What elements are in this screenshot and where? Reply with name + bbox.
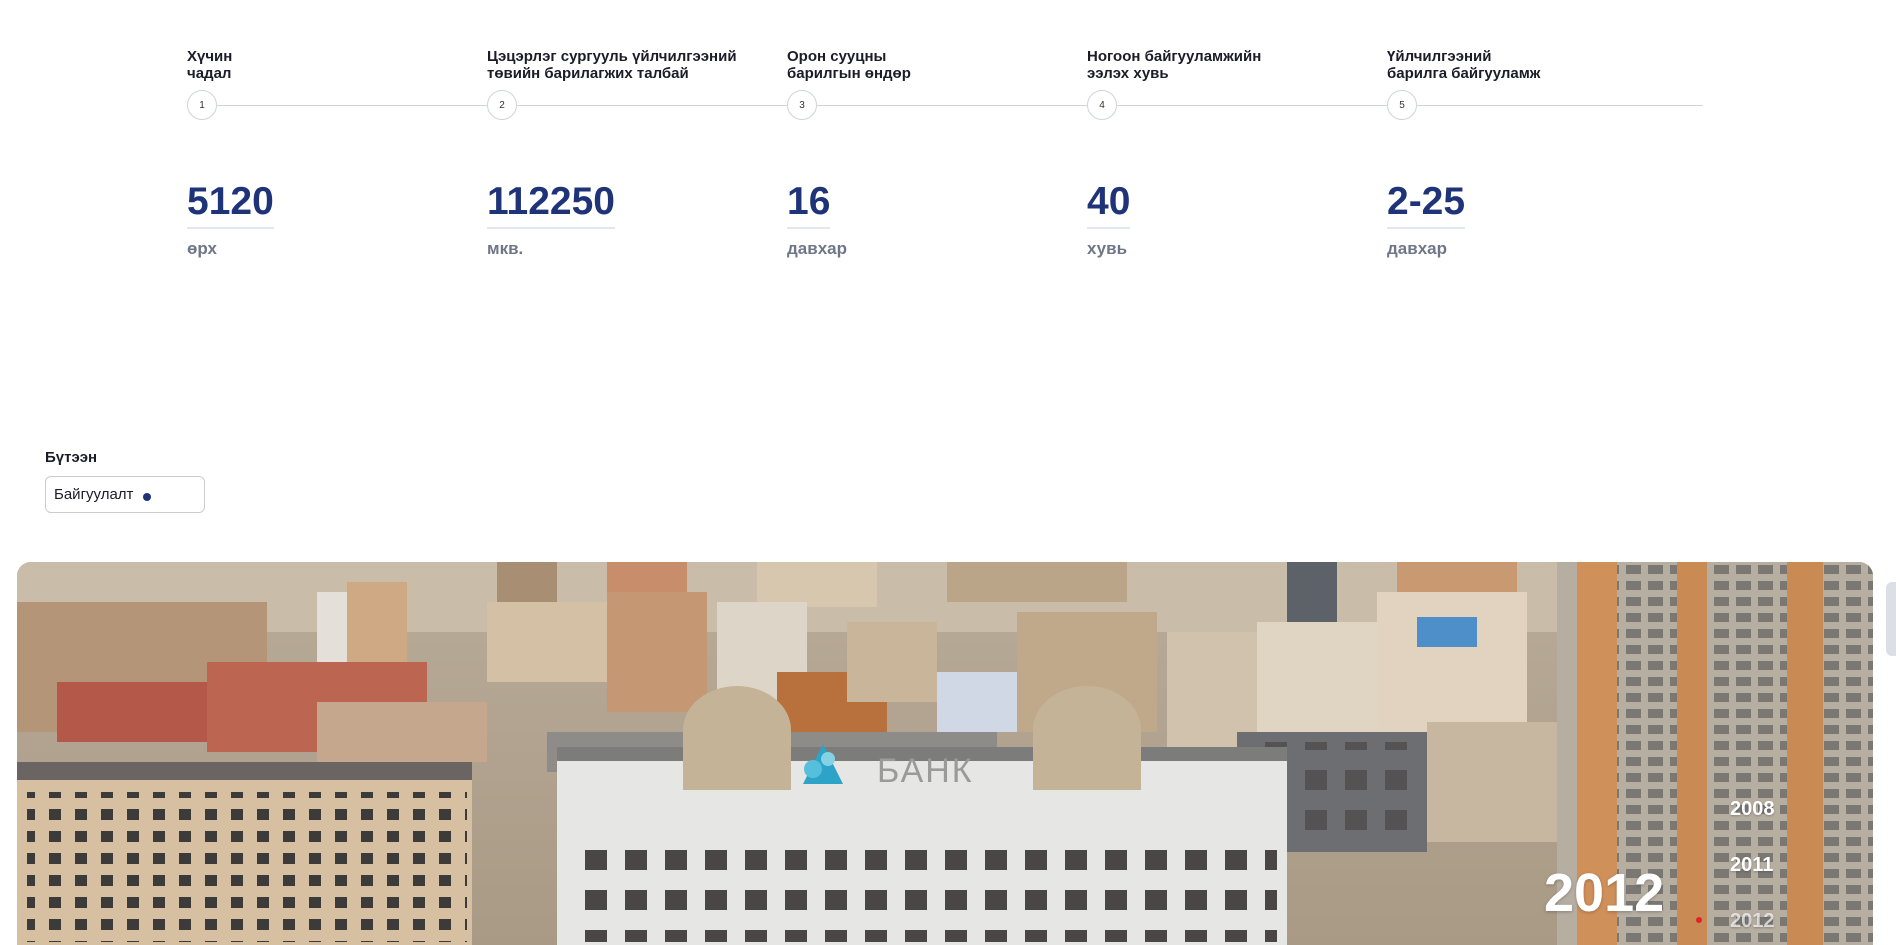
stat-value: 5120 [187,178,274,229]
filter-chip-selected[interactable]: Байгуулалт [45,476,205,513]
stat-service-buildings: 2-25 давхар [1387,178,1687,259]
stat-value: 16 [787,178,831,229]
current-year-display: 2012 [1544,863,1665,923]
step-label: Ногоон байгууламжийн ээлэх хувь [1087,48,1262,82]
stat-unit: өрх [187,239,217,258]
active-year-marker-icon [1696,917,1702,923]
project-timeline: Хүчин чадал 1 Цэцэрлэг сургууль үйлчилгэ… [187,0,1703,130]
filter-chip-label: Байгуулалт [54,486,134,503]
stat-green-area: 40 хувь [1087,178,1387,259]
stat-unit: хувь [1087,239,1128,258]
step-number-circle[interactable]: 4 [1087,90,1117,120]
year-option-2011[interactable]: 2011 [1730,854,1773,877]
stat-value: 112250 [487,178,615,229]
stat-value: 2-25 [1387,178,1466,229]
step-number-circle[interactable]: 2 [487,90,517,120]
hero-city-image: БАНК 2012 2008 2011 2012 [17,562,1873,945]
step-label: Үйлчилгээний барилга байгууламж [1387,48,1541,82]
stat-unit: мкв. [487,239,524,258]
selected-dot-icon [143,492,152,501]
timeline-line [203,105,1703,106]
stat-unit: давхар [787,239,847,258]
year-option-2008[interactable]: 2008 [1730,798,1775,821]
stat-value: 40 [1087,178,1131,229]
stat-area: 112250 мкв. [487,178,787,259]
step-number-circle[interactable]: 1 [187,90,217,120]
year-option-2012[interactable]: 2012 [1730,910,1775,933]
stat-unit: давхар [1387,239,1447,258]
stat-height: 16 давхар [787,178,1087,259]
step-label: Хүчин чадал [187,48,233,82]
stat-capacity: 5120 өрх [187,178,487,259]
step-label: Цэцэрлэг сургууль үйлчилгээний төвийн ба… [487,48,737,82]
step-label: Орон сууцны барилгын өндөр [787,48,911,82]
step-number-circle[interactable]: 5 [1387,90,1417,120]
side-scroll-handle[interactable] [1886,582,1896,656]
bank-logo-text: БАНК [877,752,974,790]
step-number-circle[interactable]: 3 [787,90,817,120]
filter-label: Бүтээн [45,449,98,466]
